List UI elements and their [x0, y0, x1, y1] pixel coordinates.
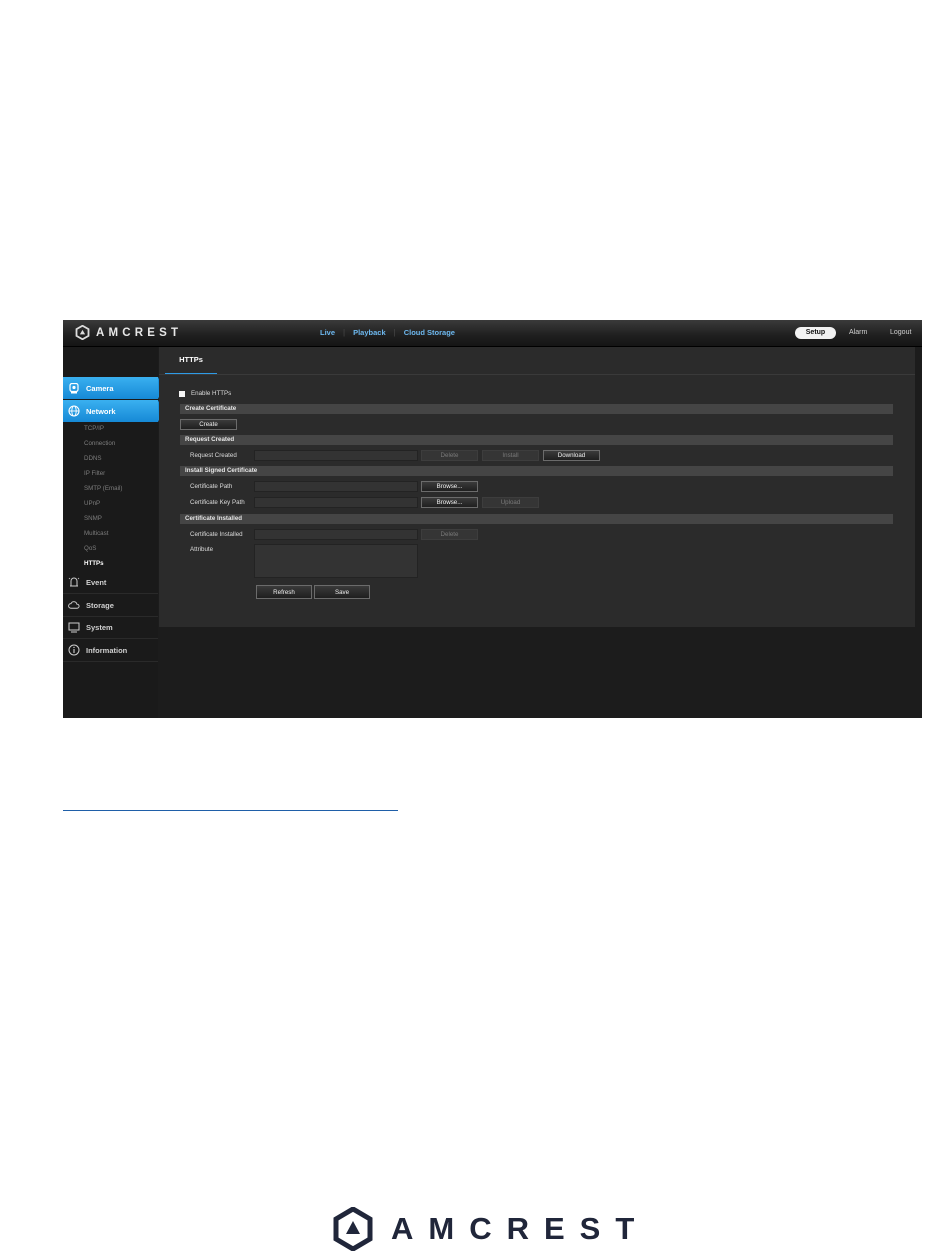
create-button[interactable]: Create [180, 419, 237, 430]
installed-delete-button[interactable]: Delete [421, 529, 478, 540]
browse-certificate-button[interactable]: Browse... [421, 481, 478, 492]
tab-https[interactable]: HTTPs [167, 355, 215, 364]
section-install-signed-certificate: Install Signed Certificate [180, 466, 893, 476]
brand-logo: AMCREST [75, 325, 182, 340]
browse-key-button[interactable]: Browse... [421, 497, 478, 508]
download-button[interactable]: Download [543, 450, 600, 461]
certificate-key-path-label: Certificate Key Path [190, 499, 245, 506]
sidebar-item-label: System [86, 622, 113, 632]
certificate-path-input[interactable] [254, 481, 418, 492]
footer-brand-name: AMCREST [391, 1211, 650, 1246]
sidebar-item-storage[interactable]: Storage [63, 594, 158, 617]
camera-icon [68, 382, 80, 394]
certificate-path-label: Certificate Path [190, 483, 233, 490]
camera-web-ui-screenshot: AMCREST Live | Playback | Cloud Storage … [63, 320, 922, 718]
attribute-textarea [254, 544, 418, 578]
info-circle-icon [68, 644, 80, 656]
sidebar-subitem-ddns[interactable]: DDNS [84, 455, 102, 462]
sidebar-subitem-qos[interactable]: QoS [84, 545, 96, 552]
sidebar-item-event[interactable]: Event [63, 571, 158, 594]
sidebar-item-network[interactable]: Network [63, 400, 163, 422]
install-button[interactable]: Install [482, 450, 539, 461]
certificate-key-path-input[interactable] [254, 497, 418, 508]
sidebar-item-label: Camera [86, 383, 114, 393]
nav-cloud-storage[interactable]: Cloud Storage [396, 328, 463, 337]
sidebar-subitem-connection[interactable]: Connection [84, 440, 115, 447]
amcrest-logo-icon [333, 1207, 373, 1251]
document-link-underline[interactable] [63, 810, 398, 811]
alarm-link[interactable]: Alarm [849, 329, 867, 336]
certificate-installed-label: Certificate Installed [190, 531, 243, 538]
section-request-created: Request Created [180, 435, 893, 445]
refresh-button[interactable]: Refresh [256, 585, 312, 599]
request-created-field [254, 450, 418, 461]
certificate-installed-field [254, 529, 418, 540]
enable-https-checkbox[interactable] [179, 391, 185, 397]
upload-button[interactable]: Upload [482, 497, 539, 508]
sidebar-item-system[interactable]: System [63, 616, 158, 639]
section-create-certificate: Create Certificate [180, 404, 893, 414]
sidebar-item-label: Information [86, 645, 128, 655]
top-navigation: Live | Playback | Cloud Storage [312, 328, 463, 337]
sidebar-subitem-multicast[interactable]: Multicast [84, 530, 108, 537]
tab-divider [159, 374, 915, 375]
sidebar-subitem-tcpip[interactable]: TCP/IP [84, 425, 104, 432]
sidebar-subitem-https[interactable]: HTTPs [84, 560, 104, 567]
brand-name: AMCREST [96, 326, 183, 339]
sidebar-item-label: Network [86, 406, 116, 416]
attribute-label: Attribute [190, 546, 214, 553]
save-button[interactable]: Save [314, 585, 370, 599]
alarm-bell-icon [68, 576, 80, 588]
section-certificate-installed: Certificate Installed [180, 514, 893, 524]
network-globe-icon [68, 405, 80, 417]
sidebar-item-information[interactable]: Information [63, 639, 158, 662]
setup-button[interactable]: Setup [795, 327, 836, 339]
sidebar-subitem-snmp[interactable]: SNMP [84, 515, 102, 522]
enable-https-label: Enable HTTPs [191, 390, 232, 397]
https-settings-panel: HTTPs Enable HTTPs Create Certificate Cr… [159, 347, 915, 627]
top-bar: AMCREST Live | Playback | Cloud Storage … [63, 320, 922, 347]
amcrest-logo-icon [75, 325, 90, 340]
footer-brand-logo: AMCREST [333, 1207, 649, 1251]
request-created-label: Request Created [190, 452, 237, 459]
sidebar-subitem-upnp[interactable]: UPnP [84, 500, 100, 507]
nav-playback[interactable]: Playback [345, 328, 394, 337]
logout-link[interactable]: Logout [890, 329, 911, 336]
sidebar-subitem-smtp[interactable]: SMTP (Email) [84, 485, 122, 492]
sidebar-item-label: Event [86, 577, 107, 587]
sidebar: Camera Network TCP/IP Connection DDNS IP… [63, 347, 163, 718]
nav-live[interactable]: Live [312, 328, 343, 337]
system-monitor-icon [68, 621, 80, 633]
sidebar-item-label: Storage [86, 600, 114, 610]
sidebar-item-camera[interactable]: Camera [63, 377, 163, 399]
sidebar-subitem-ip-filter[interactable]: IP Filter [84, 470, 105, 477]
request-delete-button[interactable]: Delete [421, 450, 478, 461]
storage-cloud-icon [68, 599, 80, 611]
